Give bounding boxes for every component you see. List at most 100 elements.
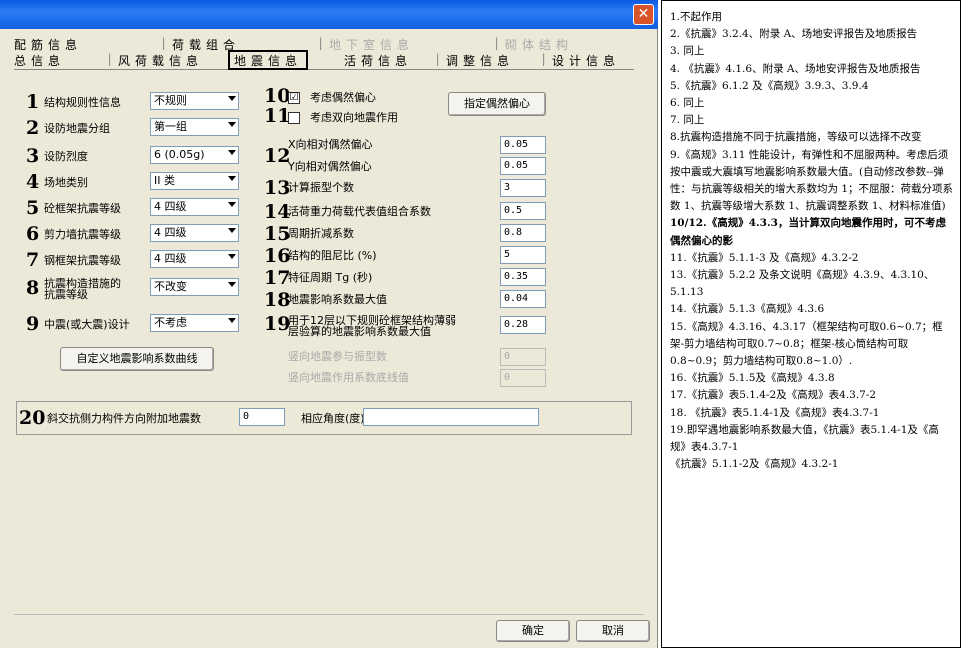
bidirectional-seismic-checkbox[interactable] [288,112,300,124]
period-reduction-label: 周期折减系数 [288,227,354,240]
characteristic-period-input[interactable]: 0.35 [500,268,546,286]
tab-row-2: 总信息 | 风荷载信息 地震信息 活荷信息 | 调整信息 | 设计信息 [14,50,634,70]
tab-general[interactable]: 总信息 [14,52,65,69]
chevron-down-icon [228,150,236,155]
item-number: 17 [264,267,291,289]
item-number: 15 [264,223,291,245]
oblique-members-label: 斜交抗侧力构件方向附加地震数 [47,412,201,425]
tab-reinforcement[interactable]: 配筋信息 [14,36,82,53]
x-eccentricity-label: X向相对偶然偏心 [288,138,373,151]
item-number: 10 [264,85,291,107]
tab-row-1: 配筋信息 | 荷载组合 | 地下室信息 | 砌体结构 [14,36,574,53]
chevron-down-icon [228,254,236,259]
seismic-settings-dialog: ✕ 配筋信息 | 荷载组合 | 地下室信息 | 砌体结构 总信息 | 风荷载信息… [0,0,658,648]
tab-basement[interactable]: 地下室信息 [329,36,414,53]
site-category-select[interactable]: II 类 [150,172,239,190]
item-number: 1 [26,91,40,113]
max-seismic-coefficient-input[interactable]: 0.04 [500,290,546,308]
steel-frame-grade-label: 钢框架抗震等级 [44,254,121,267]
note: 6. 同上 [670,97,705,110]
close-icon[interactable]: ✕ [633,4,654,25]
tab-masonry[interactable]: 砌体结构 [505,36,573,53]
live-load-factor-label: 活荷重力荷载代表值组合系数 [288,205,431,218]
note: 2.《抗震》3.2.4、附录 A、场地安评报告及地质报告 [670,28,918,41]
y-eccentricity-input[interactable]: 0.05 [500,157,546,175]
weak-layer-coefficient-input[interactable]: 0.28 [500,316,546,334]
characteristic-period-label: 特征周期 Tg (秒) [288,271,373,284]
notes-panel: 1.不起作用 2.《抗震》3.2.4、附录 A、场地安评报告及地质报告 3. 同… [661,0,961,648]
shear-wall-grade-select[interactable]: 4 四级 [150,224,239,242]
site-category-label: 场地类别 [44,176,88,189]
note: 10/12.《高规》4.3.3，当计算双向地震作用时，可不考虑偶然偏心的影 [670,217,946,247]
tab-wind[interactable]: 风荷载信息 [118,52,203,69]
item-number: 13 [264,177,291,199]
bidirectional-seismic-label: 考虑双向地震作用 [310,111,398,124]
note: 8.抗震构造措施不同于抗震措施，等级可以选择不改变 [670,131,922,144]
specify-accidental-eccentricity-button[interactable]: 指定偶然偏心 [448,92,546,116]
live-load-factor-input[interactable]: 0.5 [500,202,546,220]
chevron-down-icon [228,122,236,127]
item-number: 4 [26,171,40,193]
vertical-modes-input[interactable]: 0 [500,348,546,366]
note: 15.《高规》4.3.16、4.3.17（框架结构可取0.6~0.7；框架-剪力… [670,320,943,368]
oblique-members-input[interactable]: 0 [239,408,285,426]
design-group-label: 设防地震分组 [44,122,110,135]
vertical-factor-input[interactable]: 0 [500,369,546,387]
note: 19.即罕遇地震影响系数最大值，《抗震》表5.1.4-1及《高规》表4.3.7-… [670,423,939,454]
construction-measure-label-2: 抗震等级 [44,288,88,301]
steel-frame-grade-select[interactable]: 4 四级 [150,250,239,268]
item-number: 12 [264,145,291,167]
design-group-select[interactable]: 第一组 [150,118,239,136]
item-number: 3 [26,145,40,167]
chevron-down-icon [228,282,236,287]
tab-design[interactable]: 设计信息 [552,52,620,69]
max-seismic-coefficient-label: 地震影响系数最大值 [288,293,387,306]
vertical-factor-label: 竖向地震作用系数底线值 [288,371,409,384]
item-number: 7 [26,249,40,271]
angle-input[interactable] [363,408,539,426]
chevron-down-icon [228,176,236,181]
accidental-eccentricity-label: 考虑偶然偏心 [310,91,376,104]
note: 3. 同上 [670,45,705,58]
concrete-frame-grade-select[interactable]: 4 四级 [150,198,239,216]
tab-seismic[interactable]: 地震信息 [228,50,309,70]
note: 11.《抗震》5.1.1-3 及《高规》4.3.2-2 [670,251,859,264]
intensity-select[interactable]: 6 (0.05g) [150,146,239,164]
construction-measure-select[interactable]: 不改变 [150,278,239,296]
item-number: 19 [264,313,291,335]
y-eccentricity-label: Y向相对偶然偏心 [288,160,372,173]
ok-button[interactable]: 确定 [496,620,570,642]
note: 18. 《抗震》表5.1.4-1及《高规》表4.3.7-1 [670,406,880,419]
tab-adjustment[interactable]: 调整信息 [446,52,514,69]
concrete-frame-grade-label: 砼框架抗震等级 [44,202,121,215]
chevron-down-icon [228,96,236,101]
cancel-button[interactable]: 取消 [576,620,650,642]
chevron-down-icon [228,318,236,323]
accidental-eccentricity-checkbox[interactable]: ☑ [288,92,300,104]
performance-design-label: 中震(或大震)设计 [44,318,130,331]
damping-ratio-label: 结构的阻尼比 (%) [288,249,377,262]
item-number: 11 [264,105,291,127]
item-number: 6 [26,223,40,245]
x-eccentricity-input[interactable]: 0.05 [500,136,546,154]
note: 14.《抗震》5.1.3《高规》4.3.6 [670,303,825,316]
intensity-label: 设防烈度 [44,150,88,163]
title-bar: ✕ [0,0,658,29]
item-number: 18 [264,289,291,311]
note: 5.《抗震》6.1.2 及《高规》3.9.3、3.9.4 [670,79,869,92]
note: 16.《抗震》5.1.5及《高规》4.3.8 [670,372,835,385]
item-number: 20 [19,407,46,429]
damping-ratio-input[interactable]: 5 [500,246,546,264]
tab-live-load[interactable]: 活荷信息 [344,52,412,69]
custom-curve-button[interactable]: 自定义地震影响系数曲线 [60,347,214,371]
chevron-down-icon [228,228,236,233]
vertical-modes-label: 竖向地震参与振型数 [288,350,387,363]
item-number: 16 [264,245,291,267]
mode-count-input[interactable]: 3 [500,179,546,197]
period-reduction-input[interactable]: 0.8 [500,224,546,242]
item-number: 8 [26,277,40,299]
structure-regularity-select[interactable]: 不规则 [150,92,239,110]
item-number: 2 [26,117,40,139]
performance-design-select[interactable]: 不考虑 [150,314,239,332]
shear-wall-grade-label: 剪力墙抗震等级 [44,228,121,241]
